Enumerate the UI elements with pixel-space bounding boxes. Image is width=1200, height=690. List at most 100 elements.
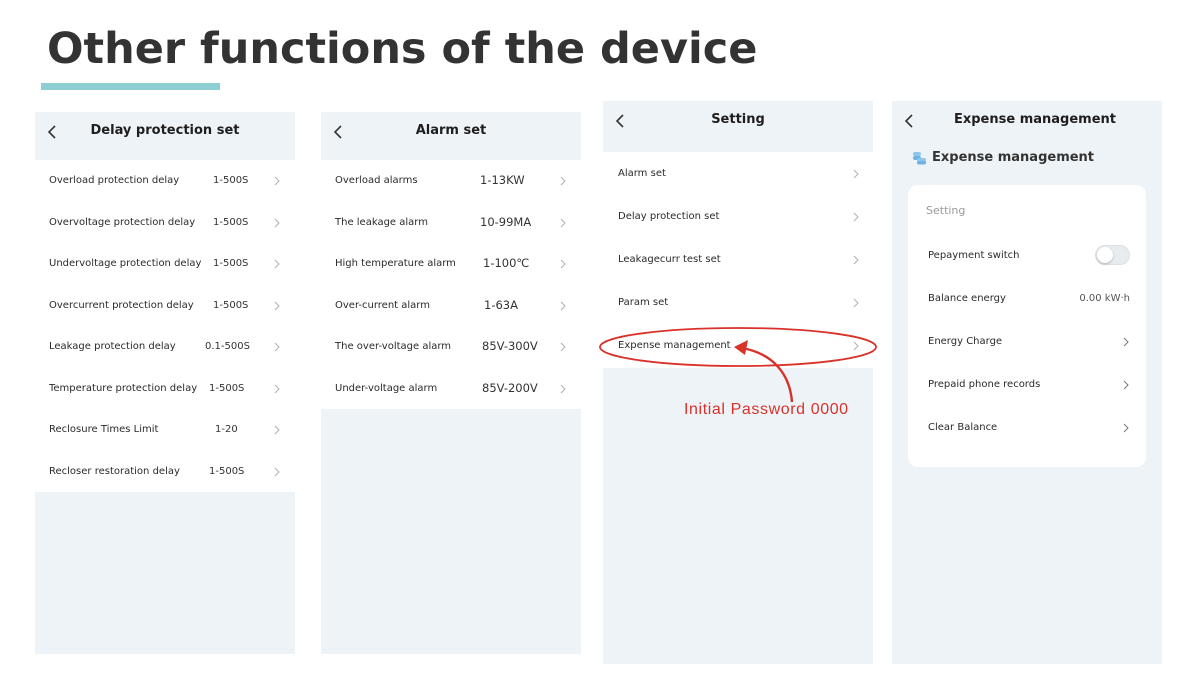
energy-charge-row[interactable]: Energy Charge xyxy=(908,320,1146,363)
menu-item-delay-protection-set[interactable]: Delay protection set xyxy=(603,195,873,238)
chevron-right-icon xyxy=(853,298,859,308)
chevron-right-icon xyxy=(560,384,566,393)
section-title: Expense management xyxy=(932,150,1095,165)
chevron-right-icon xyxy=(274,259,280,269)
chevron-right-icon xyxy=(560,301,566,310)
row-value: 1-13KW xyxy=(480,173,525,187)
chevron-right-icon xyxy=(274,425,280,435)
screen-title: Alarm set xyxy=(415,123,487,138)
chevron-right-icon xyxy=(274,342,280,352)
list-item[interactable]: The leakage alarm 10-99MA xyxy=(321,202,581,244)
expense-settings-card: Setting Pepayment switch Balance energy … xyxy=(908,185,1146,467)
row-label: Pepayment switch xyxy=(928,250,1020,261)
card-title: Setting xyxy=(926,204,966,217)
row-value: 1-500S xyxy=(213,216,249,228)
row-value: 1-20 xyxy=(215,424,238,435)
chevron-right-icon xyxy=(1123,423,1129,433)
row-label: High temperature alarm xyxy=(335,258,456,269)
menu-item-alarm-set[interactable]: Alarm set xyxy=(603,152,873,195)
screen-title: Expense management xyxy=(953,112,1117,127)
menu-item-leakagecurr-test-set[interactable]: Leakagecurr test set xyxy=(603,238,873,281)
row-label: Temperature protection delay xyxy=(49,382,198,394)
row-label: Alarm set xyxy=(618,168,666,179)
row-value: 1-500S xyxy=(213,175,249,186)
list-item[interactable]: Undervoltage protection delay 1-500S xyxy=(35,243,295,285)
delay-protection-screen: Delay protection set Overload protection… xyxy=(35,112,295,654)
annotation-arrow-icon xyxy=(734,340,794,403)
annotation-text: Initial Password 0000 xyxy=(684,401,849,418)
row-label: Recloser restoration delay xyxy=(49,465,180,477)
balance-energy-row: Balance energy 0.00 kW·h xyxy=(908,277,1146,320)
screen-title: Delay protection set xyxy=(90,123,240,138)
screen-header: Delay protection set xyxy=(35,112,295,160)
list-item[interactable]: Overload alarms 1-13KW xyxy=(321,160,581,202)
screen-header: Setting xyxy=(603,101,873,152)
row-label: Reclosure Times Limit xyxy=(49,424,159,435)
chevron-right-icon xyxy=(274,467,280,476)
list-item[interactable]: Overload protection delay 1-500S xyxy=(35,160,295,202)
list-item[interactable]: Recloser restoration delay 1-500S xyxy=(35,451,295,493)
row-label: Leakage protection delay xyxy=(49,341,176,352)
list-item[interactable]: Over-current alarm 1-63A xyxy=(321,285,581,327)
row-value: 85V-200V xyxy=(482,380,538,395)
list-item[interactable]: The over-voltage alarm 85V-300V xyxy=(321,326,581,368)
row-label: Param set xyxy=(618,297,669,308)
row-label: Overvoltage protection delay xyxy=(49,216,196,228)
row-label: Over-current alarm xyxy=(335,299,430,311)
chevron-right-icon xyxy=(1123,380,1129,390)
row-value: 1-500S xyxy=(213,299,249,311)
coins-icon xyxy=(913,152,926,165)
screen-header: Alarm set xyxy=(321,112,581,160)
expense-management-screen: Expense management Expense management Se… xyxy=(892,101,1162,664)
row-label: Overload alarms xyxy=(335,175,418,186)
alarm-set-screen: Alarm set Overload alarms 1-13KW The lea… xyxy=(321,112,581,654)
row-label: Energy Charge xyxy=(928,336,1003,347)
chevron-right-icon xyxy=(853,212,859,222)
row-label: Undervoltage protection delay xyxy=(49,258,202,269)
row-label: Leakagecurr test set xyxy=(618,254,721,265)
row-label: The over-voltage alarm xyxy=(335,341,452,352)
list-item[interactable]: Reclosure Times Limit 1-20 xyxy=(35,409,295,451)
row-label: The leakage alarm xyxy=(335,216,428,228)
prepaid-phone-records-row[interactable]: Prepaid phone records xyxy=(908,363,1146,406)
delay-settings-list: Overload protection delay 1-500S Overvol… xyxy=(35,160,295,492)
chevron-right-icon xyxy=(560,342,566,352)
row-label: Delay protection set xyxy=(618,211,720,222)
list-item[interactable]: High temperature alarm 1-100℃ xyxy=(321,243,581,285)
chevron-right-icon xyxy=(853,255,859,265)
chevron-right-icon xyxy=(274,176,280,186)
chevron-right-icon xyxy=(560,218,566,227)
row-value: 1-100℃ xyxy=(483,256,530,270)
row-label: Under-voltage alarm xyxy=(335,382,438,394)
row-label: Overcurrent protection delay xyxy=(49,299,194,311)
row-value: 1-500S xyxy=(209,382,245,394)
row-value: 10-99MA xyxy=(480,214,532,229)
row-label: Prepaid phone records xyxy=(928,379,1041,390)
clear-balance-row[interactable]: Clear Balance xyxy=(908,406,1146,449)
page-title: Other functions of the device xyxy=(47,24,758,74)
row-value: 0.1-500S xyxy=(205,341,250,352)
chevron-right-icon xyxy=(853,169,859,179)
list-item[interactable]: Overcurrent protection delay 1-500S xyxy=(35,285,295,327)
list-item[interactable]: Under-voltage alarm 85V-200V xyxy=(321,368,581,410)
chevron-right-icon xyxy=(274,301,280,310)
screen-title: Setting xyxy=(711,112,765,127)
chevron-right-icon xyxy=(274,218,280,227)
prepayment-toggle[interactable] xyxy=(1095,245,1130,265)
list-item[interactable]: Temperature protection delay 1-500S xyxy=(35,368,295,410)
chevron-right-icon xyxy=(274,384,280,393)
prepayment-switch-row: Pepayment switch xyxy=(908,234,1146,277)
list-item[interactable]: Leakage protection delay 0.1-500S xyxy=(35,326,295,368)
chevron-right-icon xyxy=(1123,337,1129,347)
alarm-settings-list: Overload alarms 1-13KW The leakage alarm… xyxy=(321,160,581,409)
row-value: 85V-300V xyxy=(482,339,538,353)
chevron-right-icon xyxy=(560,176,566,186)
menu-item-param-set[interactable]: Param set xyxy=(603,281,873,324)
list-item[interactable]: Overvoltage protection delay 1-500S xyxy=(35,202,295,244)
title-underline xyxy=(41,83,220,90)
row-label: Balance energy xyxy=(928,293,1006,304)
screen-header: Expense management xyxy=(892,101,1162,141)
toggle-knob xyxy=(1097,247,1113,263)
row-label: Overload protection delay xyxy=(49,175,180,186)
row-value: 1-500S xyxy=(213,258,249,269)
